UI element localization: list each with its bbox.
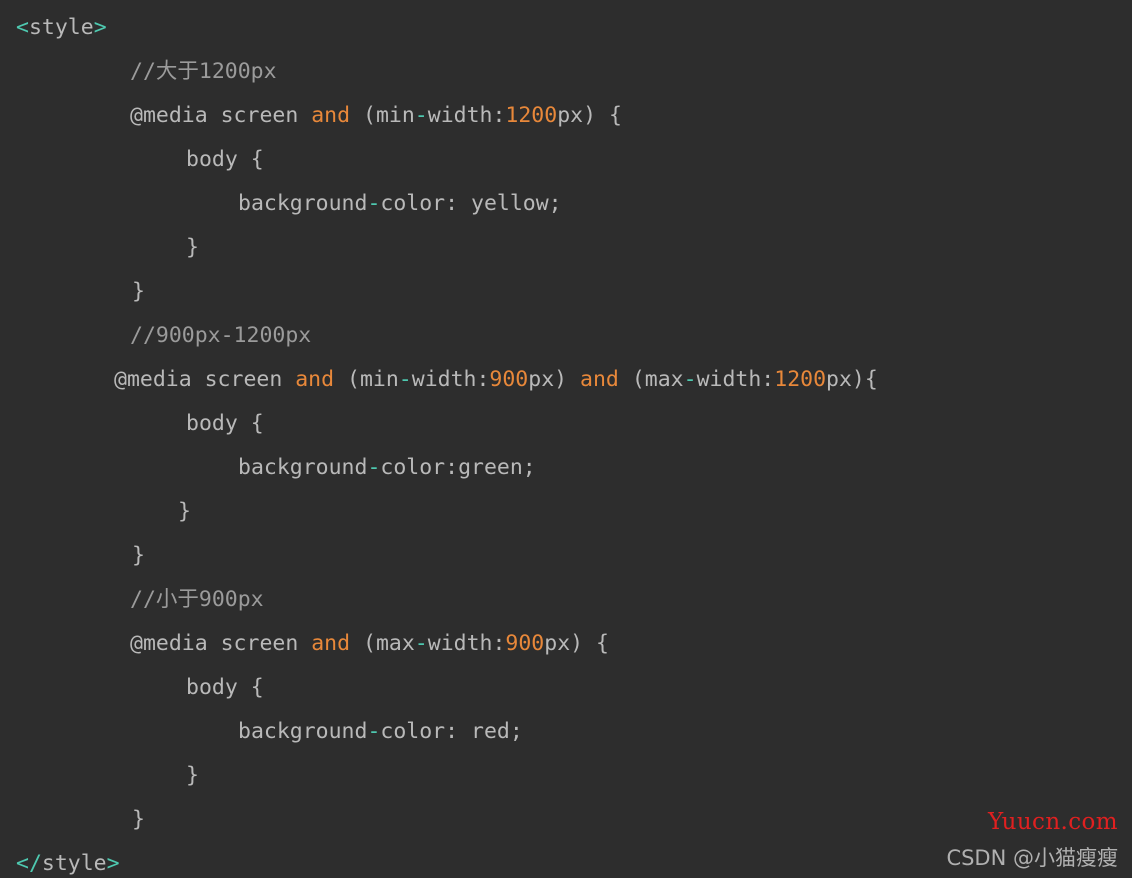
code-token: and [580, 367, 619, 392]
code-token: px) [528, 367, 581, 392]
code-token: // [130, 587, 156, 612]
code-line[interactable]: //900px-1200px [0, 314, 1132, 358]
code-token: - [414, 631, 428, 656]
code-line[interactable]: @media screen and (max-width:900px) { [0, 622, 1132, 666]
code-line[interactable]: background-color:green; [0, 446, 1132, 490]
code-token: background [238, 719, 368, 744]
code-line[interactable]: } [0, 534, 1132, 578]
code-token: } [132, 543, 145, 568]
code-token: width: [427, 631, 506, 656]
code-token: > [93, 15, 107, 40]
watermark-yuucn: Yuucn.com [988, 809, 1118, 835]
code-token: width: [696, 367, 775, 392]
code-line[interactable]: body { [0, 666, 1132, 710]
code-token: 900 [505, 631, 545, 656]
code-token: style [41, 851, 107, 876]
code-token: - [367, 719, 381, 744]
code-token: color:green; [380, 455, 536, 480]
code-token: px) { [544, 631, 609, 656]
code-token: @media screen [130, 103, 312, 128]
code-token: and [295, 367, 335, 392]
code-token: (min [350, 103, 415, 128]
code-token: < [16, 15, 29, 40]
code-token: width: [427, 103, 506, 128]
code-token: 1200px [198, 59, 277, 84]
code-token: //900px-1200px [130, 323, 312, 348]
code-token: (max [350, 631, 415, 656]
code-line[interactable]: @media screen and (min-width:900px) and … [0, 358, 1132, 402]
code-token: - [683, 367, 697, 392]
code-line[interactable]: <style> [0, 6, 1132, 50]
code-token: body { [186, 147, 264, 172]
code-token: color: yellow; [380, 191, 562, 216]
code-token: background [238, 191, 368, 216]
code-token: // [130, 59, 156, 84]
code-token: - [398, 367, 412, 392]
code-content[interactable]: <style>//大于1200px @media screen and (min-… [0, 0, 1132, 878]
code-line[interactable]: body { [0, 402, 1132, 446]
code-token: style [28, 15, 94, 40]
code-token: px) { [557, 103, 622, 128]
code-token: and [311, 103, 351, 128]
code-line[interactable]: background-color: red; [0, 710, 1132, 754]
code-token: } [132, 807, 145, 832]
code-token: 小于 [155, 587, 199, 612]
code-line[interactable]: //大于1200px [0, 50, 1132, 94]
code-token: @media screen [114, 367, 296, 392]
code-token: color: red; [380, 719, 523, 744]
code-token: and [311, 631, 351, 656]
code-token: (max [618, 367, 684, 392]
code-token: background [238, 455, 368, 480]
code-line[interactable]: } [0, 270, 1132, 314]
code-token: width: [411, 367, 490, 392]
code-line[interactable]: @media screen and (min-width:1200px) { [0, 94, 1132, 138]
code-token: </ [16, 851, 42, 876]
code-line[interactable]: } [0, 754, 1132, 798]
code-line[interactable]: background-color: yellow; [0, 182, 1132, 226]
code-token: } [178, 499, 191, 524]
code-line[interactable]: //小于900px [0, 578, 1132, 622]
code-token: - [414, 103, 428, 128]
code-token: 大于 [155, 59, 199, 84]
code-token: body { [186, 411, 264, 436]
code-token: } [186, 235, 199, 260]
code-token: 1200 [774, 367, 827, 392]
code-line[interactable]: body { [0, 138, 1132, 182]
code-line[interactable]: } [0, 798, 1132, 842]
code-token: } [132, 279, 145, 304]
code-token: } [186, 763, 199, 788]
code-token: - [367, 455, 381, 480]
code-token: px){ [826, 367, 878, 392]
code-token: (min [334, 367, 399, 392]
code-token: > [106, 851, 120, 876]
watermark-csdn: CSDN @小猫瘦瘦 [946, 846, 1118, 870]
code-token: - [367, 191, 381, 216]
code-line[interactable]: } [0, 490, 1132, 534]
code-token: 900 [489, 367, 529, 392]
code-token: 900px [198, 587, 264, 612]
code-token: body { [186, 675, 264, 700]
code-token: @media screen [130, 631, 312, 656]
code-token: 1200 [505, 103, 558, 128]
code-line[interactable]: } [0, 226, 1132, 270]
code-editor[interactable]: <style>//大于1200px @media screen and (min-… [0, 0, 1132, 878]
